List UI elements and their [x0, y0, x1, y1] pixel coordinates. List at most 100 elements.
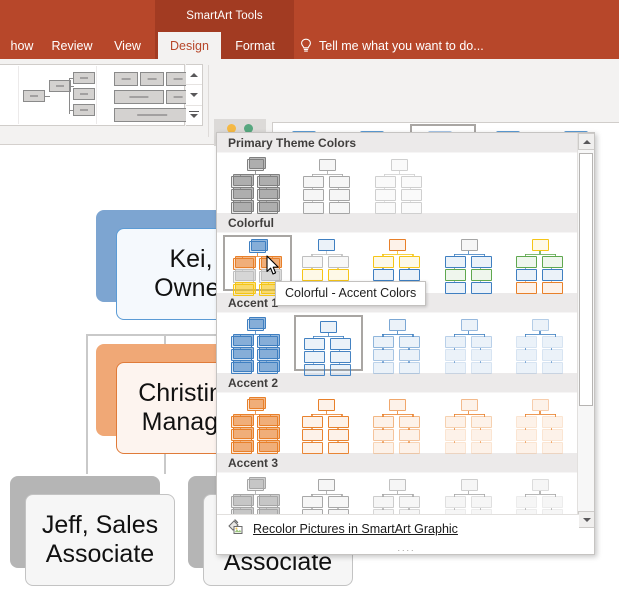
color-variant-accent-1-1[interactable] [223, 315, 292, 371]
variant-node [516, 269, 537, 281]
tab-slide-show[interactable]: how [0, 32, 44, 59]
variant-connector [382, 254, 413, 255]
color-variant-accent-2-2[interactable] [294, 395, 363, 451]
color-variant-accent-2-5[interactable] [508, 395, 577, 451]
section-title: Accent 1 [228, 296, 278, 310]
section-title: Primary Theme Colors [228, 136, 356, 150]
variant-connector [342, 174, 343, 177]
scroll-up-button[interactable] [578, 133, 595, 150]
color-variant-accent-1-5[interactable] [508, 315, 577, 371]
variant-connector [408, 361, 409, 363]
color-variant-primary-theme-colors-1[interactable] [223, 155, 293, 211]
scrollbar-track[interactable] [578, 150, 595, 511]
variant-connector [525, 441, 526, 443]
variant-node [471, 442, 492, 454]
dropdown-scrollbar[interactable] [577, 133, 594, 528]
variant-connector [240, 508, 241, 510]
variant-node [303, 189, 324, 201]
variant-connector [525, 254, 526, 257]
variant-node [445, 416, 466, 428]
smartart-node-associate-1[interactable]: Jeff, Sales Associate [25, 494, 175, 586]
variant-node [542, 442, 563, 454]
variant-node [471, 362, 492, 374]
dropdown-section-header-colorful: Colorful [217, 213, 579, 233]
color-variant-colorful-4[interactable] [437, 235, 506, 291]
variant-connector [454, 494, 485, 495]
variant-node [399, 496, 420, 508]
layouts-gallery[interactable] [0, 64, 185, 126]
layouts-more-button[interactable] [186, 106, 202, 125]
tab-view[interactable]: View [100, 32, 155, 59]
variant-node [445, 496, 466, 508]
variant-connector [551, 281, 552, 283]
recolor-pictures-menu-item[interactable]: Recolor Pictures in SmartArt Graphic [217, 514, 579, 542]
variant-node [399, 416, 420, 428]
dropdown-section-row-primary-theme-colors [217, 153, 579, 213]
variant-connector [382, 268, 383, 270]
layouts-gallery-scroll-buttons[interactable] [186, 64, 203, 126]
color-variant-accent-2-1[interactable] [223, 395, 292, 451]
variant-connector [311, 441, 312, 443]
color-variant-accent-1-4[interactable] [437, 315, 506, 371]
change-colors-dropdown[interactable]: Primary Theme ColorsColorfulAccent 1Acce… [216, 132, 595, 555]
variant-node [373, 416, 394, 428]
layouts-scroll-down-button[interactable] [186, 85, 202, 105]
layouts-scroll-up-button[interactable] [186, 65, 202, 85]
tell-me-box[interactable]: Tell me what you want to do... [300, 32, 484, 59]
variant-connector [240, 201, 241, 203]
variant-connector [338, 188, 339, 190]
variant-connector [412, 254, 413, 257]
color-variant-accent-2-4[interactable] [437, 395, 506, 451]
variant-connector [382, 334, 413, 335]
layout-thumbnail[interactable] [19, 66, 97, 124]
title-bar: SmartArt Tools [0, 0, 619, 32]
variant-node [302, 442, 323, 454]
variant-node [231, 362, 252, 374]
variant-connector [382, 441, 383, 443]
variant-connector [311, 414, 342, 415]
tab-design[interactable]: Design [158, 32, 221, 59]
variant-node [461, 399, 478, 411]
dropdown-section-row-accent-2 [217, 393, 579, 453]
variant-node [302, 269, 323, 281]
color-variant-accent-1-2[interactable] [294, 315, 363, 371]
variant-connector [408, 508, 409, 510]
scroll-down-button[interactable] [578, 511, 595, 528]
variant-node [249, 241, 266, 253]
variant-node [445, 362, 466, 374]
variant-connector [341, 254, 342, 257]
variant-node [389, 399, 406, 411]
variant-node [516, 496, 537, 508]
tab-review[interactable]: Review [44, 32, 100, 59]
variant-node [401, 202, 422, 214]
variant-node [399, 336, 420, 348]
color-variant-primary-theme-colors-2[interactable] [295, 155, 365, 211]
variant-node [445, 349, 466, 361]
variant-node [471, 429, 492, 441]
tooltip-text: Colorful - Accent Colors [285, 286, 416, 300]
color-variant-accent-1-3[interactable] [365, 315, 434, 371]
tab-format[interactable]: Format [221, 32, 289, 59]
variant-connector [454, 334, 485, 335]
layout-thumbnail[interactable] [97, 66, 175, 124]
color-variant-colorful-5[interactable] [508, 235, 577, 291]
variant-connector [341, 494, 342, 497]
variant-connector [311, 508, 312, 510]
variant-connector [480, 281, 481, 283]
variant-node [247, 319, 264, 331]
variant-connector [382, 494, 383, 497]
variant-node [445, 336, 466, 348]
tab-label: how [11, 39, 34, 53]
color-variant-primary-theme-colors-3[interactable] [367, 155, 437, 211]
scrollbar-thumb[interactable] [579, 153, 593, 406]
variant-connector [480, 268, 481, 270]
color-variant-accent-2-3[interactable] [365, 395, 434, 451]
tab-label: View [114, 39, 141, 53]
variant-node [389, 479, 406, 491]
variant-node [471, 336, 492, 348]
scroll-up-icon [583, 140, 591, 144]
variant-node [516, 416, 537, 428]
dropdown-resize-grip[interactable]: .... [217, 542, 595, 554]
layout-thumbnail[interactable] [0, 66, 19, 124]
variant-connector [311, 254, 342, 255]
